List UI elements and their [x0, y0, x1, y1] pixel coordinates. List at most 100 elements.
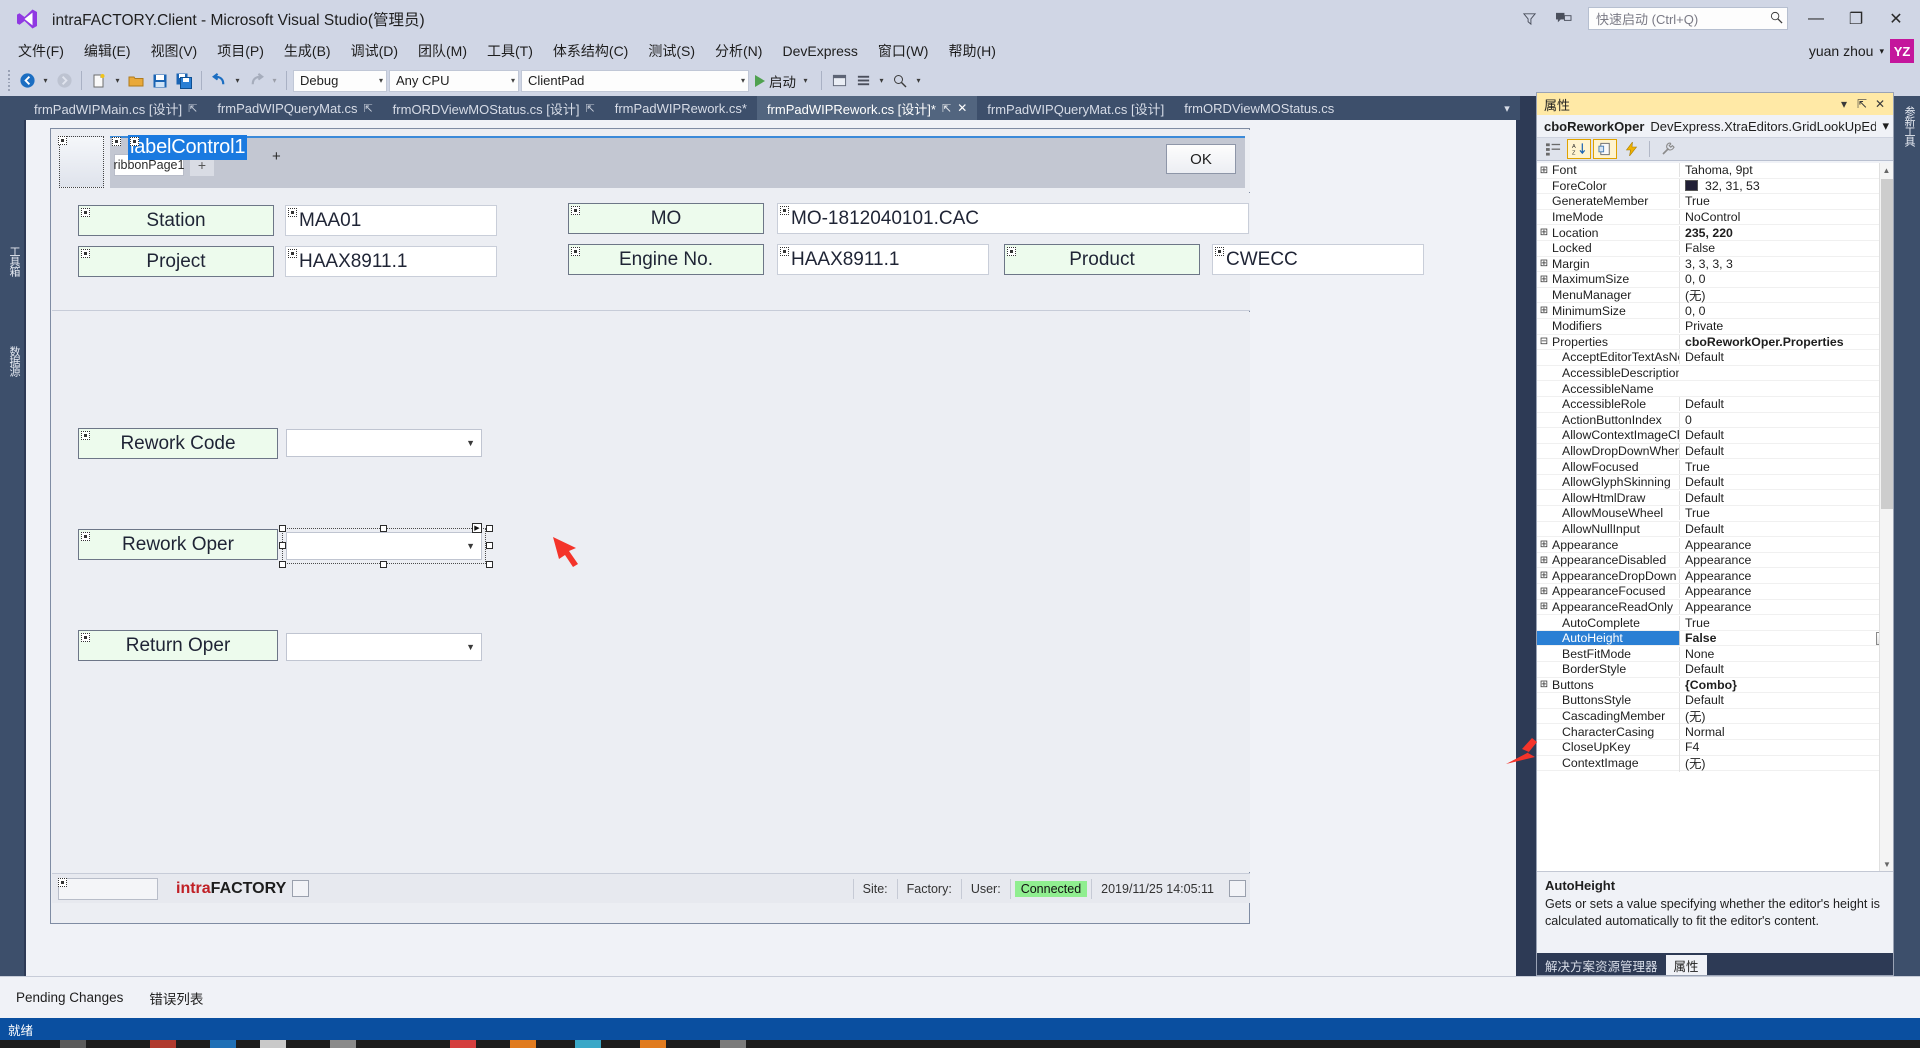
resize-handle-n[interactable]: [380, 525, 387, 532]
pin-icon[interactable]: ⇱: [363, 102, 372, 115]
property-value[interactable]: NoControl: [1679, 210, 1893, 225]
search-icon[interactable]: [889, 70, 911, 92]
property-row[interactable]: ⊞ MinimumSize 0, 0: [1537, 303, 1893, 319]
property-row[interactable]: ImeMode NoControl: [1537, 210, 1893, 226]
taskbar-item[interactable]: [450, 1040, 476, 1048]
label-engine-no[interactable]: Engine No.: [568, 244, 764, 275]
selection-adorner-rework-oper[interactable]: ▶: [279, 523, 493, 568]
status-overflow-button[interactable]: [292, 880, 310, 897]
toolbar-grip[interactable]: [6, 70, 14, 91]
property-value[interactable]: Default: [1679, 428, 1893, 443]
property-row[interactable]: ⊞ AppearanceDisabled Appearance: [1537, 553, 1893, 569]
smart-tag-glyph[interactable]: [58, 877, 67, 887]
maximize-button[interactable]: ❐: [1836, 0, 1876, 37]
property-value[interactable]: Appearance: [1679, 537, 1893, 552]
property-row[interactable]: ⊞ Buttons {Combo}: [1537, 677, 1893, 694]
smart-tag-glyph[interactable]: [571, 247, 580, 256]
sort-az-icon[interactable]: AZ: [1567, 139, 1591, 159]
quick-launch-input[interactable]: 快速启动 (Ctrl+Q): [1588, 7, 1788, 30]
smart-tag-glyph[interactable]: [81, 532, 90, 541]
menu-item-devexpress[interactable]: DevExpress: [772, 40, 867, 62]
property-value[interactable]: 0, 0: [1679, 272, 1893, 287]
feedback-icon[interactable]: [1546, 4, 1580, 34]
save-all-icon[interactable]: [173, 70, 195, 92]
menu-item-tools[interactable]: 工具(T): [477, 38, 543, 64]
properties-scrollbar[interactable]: ▲ ▼: [1879, 163, 1893, 871]
menu-item-help[interactable]: 帮助(H): [938, 38, 1005, 64]
property-value[interactable]: 235, 220: [1679, 225, 1893, 240]
scrollbar-thumb[interactable]: [1881, 179, 1893, 509]
property-value[interactable]: (无): [1679, 707, 1893, 726]
menu-item-file[interactable]: 文件(F): [8, 38, 74, 64]
textbox-project[interactable]: HAAX8911.1: [285, 246, 497, 277]
resize-handle-nw[interactable]: [279, 525, 286, 532]
property-value[interactable]: (无): [1679, 753, 1893, 772]
new-item-icon[interactable]: [88, 70, 110, 92]
close-button[interactable]: ✕: [1876, 0, 1916, 37]
properties-object-selector[interactable]: cboReworkOper DevExpress.XtraEditors.Gri…: [1537, 115, 1893, 137]
resize-handle-e[interactable]: [486, 542, 493, 549]
property-row[interactable]: MenuManager (无): [1537, 286, 1893, 305]
chevron-down-icon[interactable]: ▾: [1498, 96, 1516, 120]
document-tab-frmpadwipquerymat-design[interactable]: frmPadWIPQueryMat.cs [设计]: [977, 96, 1174, 120]
smart-tag-glyph[interactable]: [130, 137, 139, 146]
property-row[interactable]: ⊞ AppearanceReadOnly Appearance: [1537, 599, 1893, 616]
undo-icon[interactable]: [208, 70, 230, 92]
smart-tag-glyph[interactable]: [288, 208, 297, 217]
property-row[interactable]: CascadingMember (无): [1537, 707, 1893, 726]
property-row[interactable]: AllowDropDownWhenR Default: [1537, 443, 1893, 460]
taskbar-item[interactable]: [640, 1040, 666, 1048]
chevron-down-icon[interactable]: ▼: [466, 438, 475, 448]
properties-grid[interactable]: ⊞ Font Tahoma, 9pt ForeColor 32, 31, 53 Gen…: [1537, 163, 1893, 871]
label-project[interactable]: Project: [78, 246, 274, 277]
nav-back-dropdown-icon[interactable]: ▾: [40, 70, 51, 92]
events-lightning-icon[interactable]: [1619, 139, 1643, 159]
property-row[interactable]: ForeColor 32, 31, 53: [1537, 178, 1893, 195]
smart-tag-glyph[interactable]: [1215, 247, 1224, 256]
sidebar-item-toolbox[interactable]: 工具箱: [2, 246, 22, 276]
textbox-product[interactable]: CWECC: [1212, 244, 1424, 275]
chevron-down-icon[interactable]: ▾: [1835, 95, 1853, 113]
menu-item-window[interactable]: 窗口(W): [868, 38, 939, 64]
save-icon[interactable]: [149, 70, 171, 92]
properties-panel[interactable]: 属性 ▾ ⇱ ✕ cboReworkOper DevExpress.XtraEd…: [1536, 92, 1894, 976]
property-row[interactable]: Modifiers Private: [1537, 319, 1893, 335]
property-value[interactable]: Appearance: [1679, 584, 1893, 599]
smart-tag-glyph[interactable]: [58, 136, 67, 145]
property-value[interactable]: Default: [1679, 350, 1893, 365]
property-value[interactable]: 0: [1679, 412, 1893, 427]
property-value[interactable]: Default: [1679, 662, 1893, 677]
chevron-down-icon[interactable]: ▾: [373, 76, 383, 85]
smart-tag-glyph[interactable]: [780, 206, 789, 215]
expander-icon[interactable]: ⊞: [1537, 165, 1551, 176]
property-value[interactable]: Default: [1679, 490, 1893, 505]
list-icon[interactable]: [852, 70, 874, 92]
document-tab-frmpadwipquerymat[interactable]: frmPadWIPQueryMat.cs ⇱: [207, 96, 382, 120]
property-value[interactable]: True: [1679, 194, 1893, 209]
tab-error-list[interactable]: 错误列表: [149, 988, 203, 1008]
chevron-down-icon[interactable]: ▾: [1882, 118, 1889, 134]
tab-solution-explorer[interactable]: 解决方案资源管理器: [1537, 955, 1666, 975]
property-value[interactable]: Default: [1679, 693, 1893, 708]
label-return-oper[interactable]: Return Oper: [78, 630, 278, 661]
new-item-dropdown-icon[interactable]: ▾: [112, 70, 123, 92]
resize-handle-sw[interactable]: [279, 561, 286, 568]
pin-icon[interactable]: ⇱: [188, 102, 197, 115]
status-overflow-button-2[interactable]: [1229, 880, 1246, 897]
expander-icon[interactable]: ⊞: [1537, 601, 1551, 612]
ok-button[interactable]: OK: [1166, 144, 1236, 174]
property-value[interactable]: False: [1679, 241, 1893, 256]
pin-icon[interactable]: ⇱: [1853, 95, 1871, 113]
ribbon-control[interactable]: ribbonPage1 + labelControl1 + OK: [52, 130, 1250, 192]
smart-tag-glyph[interactable]: [81, 249, 90, 258]
property-value[interactable]: cboReworkOper.Properties: [1679, 334, 1893, 349]
tab-pending-changes[interactable]: Pending Changes: [16, 990, 123, 1005]
wrench-icon[interactable]: [1656, 139, 1680, 159]
taskbar-item[interactable]: [330, 1040, 356, 1048]
sidebar-item-data-sources[interactable]: 数据源: [2, 346, 22, 376]
property-value-editor[interactable]: False ▼: [1679, 631, 1893, 646]
chevron-up-icon[interactable]: ▲: [1880, 163, 1893, 177]
expander-icon[interactable]: ⊞: [1537, 679, 1551, 690]
document-tab-frmordviewmostatus[interactable]: frmORDViewMOStatus.cs: [1174, 96, 1344, 120]
minimize-button[interactable]: —: [1796, 0, 1836, 37]
